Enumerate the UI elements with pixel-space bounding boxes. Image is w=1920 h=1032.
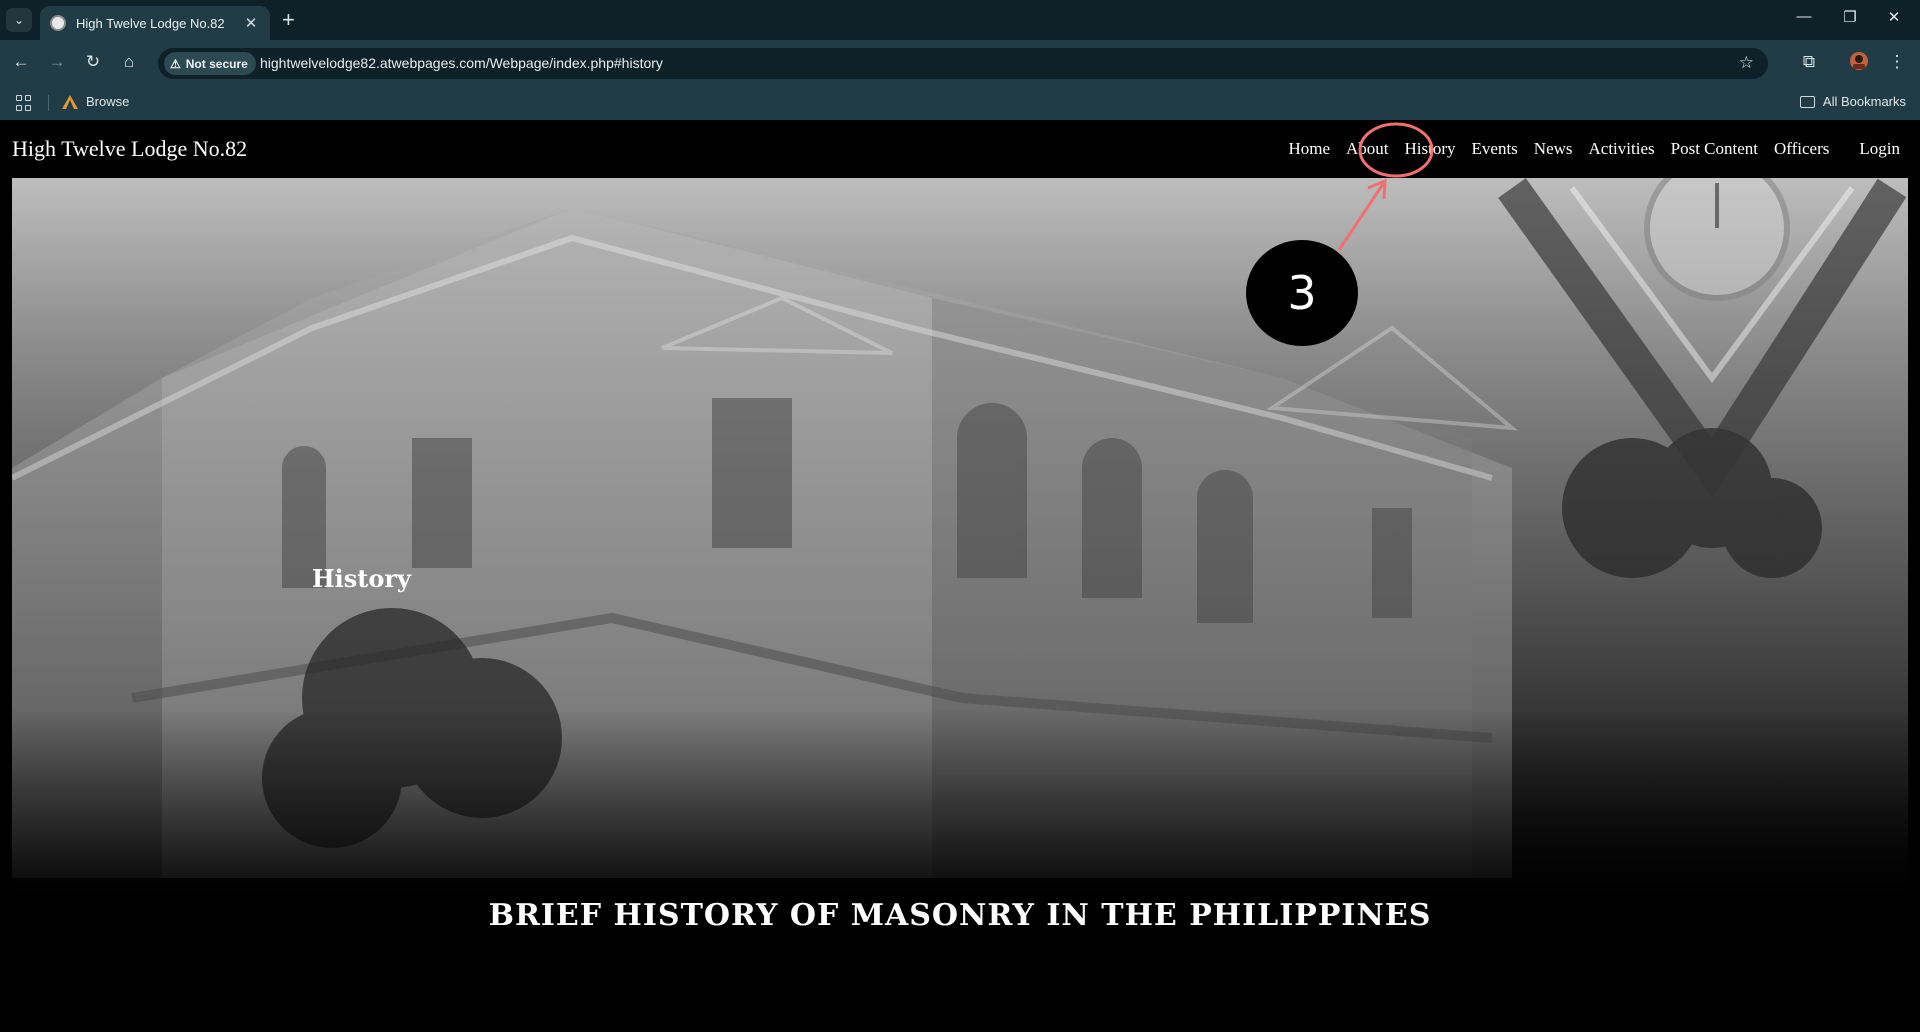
nav-history[interactable]: History [1405,139,1456,159]
bookmark-browse-label: Browse [86,94,130,109]
home-icon[interactable]: ⌂ [118,52,140,72]
history-hero: History BRIEF HISTORY OF MASONRY IN THE … [12,178,1908,1032]
forward-arrow-icon[interactable]: → [46,52,68,72]
web-page: High Twelve Lodge No.82 Home About Histo… [0,120,1920,1032]
nav-home[interactable]: Home [1288,139,1330,159]
section-heading: BRIEF HISTORY OF MASONRY IN THE PHILIPPI… [488,898,1432,933]
close-tab-icon[interactable]: ✕ [242,14,260,32]
all-bookmarks-button[interactable]: All Bookmarks [1799,94,1906,109]
warning-icon: ⚠ [170,56,181,71]
bookmarks-bar: Browse All Bookmarks [0,86,1920,120]
main-nav: Home About History Events News Activitie… [1272,139,1900,159]
nav-news[interactable]: News [1534,139,1573,159]
nav-activities[interactable]: Activities [1589,139,1655,159]
chevron-down-icon: ⌄ [13,13,25,27]
browse-logo-icon [62,94,78,109]
tab-search-button[interactable]: ⌄ [6,8,32,32]
profile-avatar[interactable] [1848,51,1870,76]
site-header: High Twelve Lodge No.82 Home About Histo… [0,120,1920,178]
address-bar[interactable]: ⚠ Not secure hightwelvelodge82.atwebpage… [158,48,1768,79]
reload-icon[interactable]: ↻ [82,52,104,72]
site-brand[interactable]: High Twelve Lodge No.82 [12,136,247,162]
new-tab-button[interactable]: + [282,8,295,32]
browser-tab[interactable]: High Twelve Lodge No.82 ✕ [40,6,270,40]
menu-kebab-icon[interactable]: ⋮ [1886,52,1908,72]
all-bookmarks-label: All Bookmarks [1822,94,1906,109]
security-label: Not secure [185,56,248,71]
browser-toolbar: ← → ↻ ⌂ ⚠ Not secure hightwelvelodge82.a… [0,40,1920,86]
extensions-icon[interactable]: ⧉ [1798,52,1820,72]
nav-login[interactable]: Login [1859,139,1900,159]
folder-icon [1799,95,1815,108]
hero-title: History [312,564,411,593]
apps-grid-icon[interactable] [16,95,32,111]
minimize-icon[interactable]: — [1794,8,1814,25]
nav-about[interactable]: About [1346,139,1389,159]
bookmark-browse[interactable]: Browse [62,94,129,109]
back-arrow-icon[interactable]: ← [10,52,32,72]
nav-post-content[interactable]: Post Content [1671,139,1758,159]
close-window-icon[interactable]: ✕ [1884,8,1904,26]
url-text[interactable]: hightwelvelodge82.atwebpages.com/Webpage… [260,55,663,71]
browser-tab-bar: ⌄ High Twelve Lodge No.82 ✕ + — ❐ ✕ [0,0,1920,40]
bookmark-star-icon[interactable]: ☆ [1739,53,1754,73]
nav-events[interactable]: Events [1472,139,1518,159]
security-chip[interactable]: ⚠ Not secure [164,52,256,75]
bookmarks-divider [48,95,49,111]
nav-officers[interactable]: Officers [1774,139,1829,159]
tab-title: High Twelve Lodge No.82 [76,15,225,31]
site-favicon-icon [50,15,66,31]
restore-icon[interactable]: ❐ [1840,8,1860,26]
